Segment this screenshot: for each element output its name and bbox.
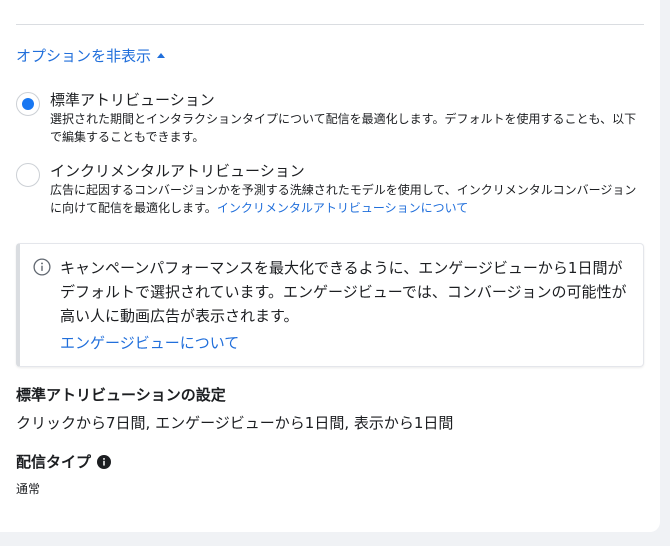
hide-options-toggle[interactable]: オプションを非表示 — [16, 45, 166, 65]
info-filled-icon[interactable] — [97, 455, 112, 469]
standard-attribution-text: 標準アトリビューション 選択された期間とインタラクションタイプについて配信を最適… — [50, 90, 646, 146]
info-callout: キャンペーンパフォーマンスを最大化できるように、エンゲージビューから1日間がデフ… — [16, 243, 644, 367]
delivery-type-title: 配信タイプ — [16, 453, 92, 471]
standard-settings-title: 標準アトリビューションの設定 — [16, 386, 226, 404]
hide-options-label: オプションを非表示 — [16, 46, 152, 65]
delivery-type-value: 通常 — [16, 482, 41, 496]
incremental-attribution-text: インクリメンタルアトリビューション 広告に起因するコンバージョンかを予測する洗練… — [50, 161, 646, 217]
standard-attribution-title: 標準アトリビューション — [50, 91, 215, 109]
standard-attribution-radio[interactable] — [16, 92, 40, 116]
info-outline-icon — [33, 258, 51, 276]
attribution-settings-panel: オプションを非表示 標準アトリビューション 選択された期間とインタラクションタイ… — [0, 0, 660, 532]
delivery-type-header: 配信タイプ — [16, 452, 112, 472]
caret-up-icon — [157, 53, 166, 58]
info-callout-text: キャンペーンパフォーマンスを最大化できるように、エンゲージビューから1日間がデフ… — [60, 259, 627, 325]
incremental-attribution-title: インクリメンタルアトリビューション — [50, 162, 305, 180]
incremental-attribution-description: 広告に起因するコンバージョンかを予測する洗練されたモデルを使用して、インクリメン… — [50, 181, 646, 217]
incremental-attribution-link[interactable]: インクリメンタルアトリビューションについて — [217, 201, 468, 215]
standard-attribution-option[interactable]: 標準アトリビューション 選択された期間とインタラクションタイプについて配信を最適… — [16, 90, 644, 150]
top-divider — [16, 24, 644, 25]
incremental-attribution-radio[interactable] — [16, 163, 40, 187]
standard-attribution-description: 選択された期間とインタラクションタイプについて配信を最適化します。デフォルトを使… — [50, 112, 637, 144]
engaged-view-link[interactable]: エンゲージビューについて — [60, 332, 239, 354]
incremental-attribution-option[interactable]: インクリメンタルアトリビューション 広告に起因するコンバージョンかを予測する洗練… — [16, 161, 644, 221]
standard-settings-value: クリックから7日間, エンゲージビューから1日間, 表示から1日間 — [16, 414, 454, 432]
